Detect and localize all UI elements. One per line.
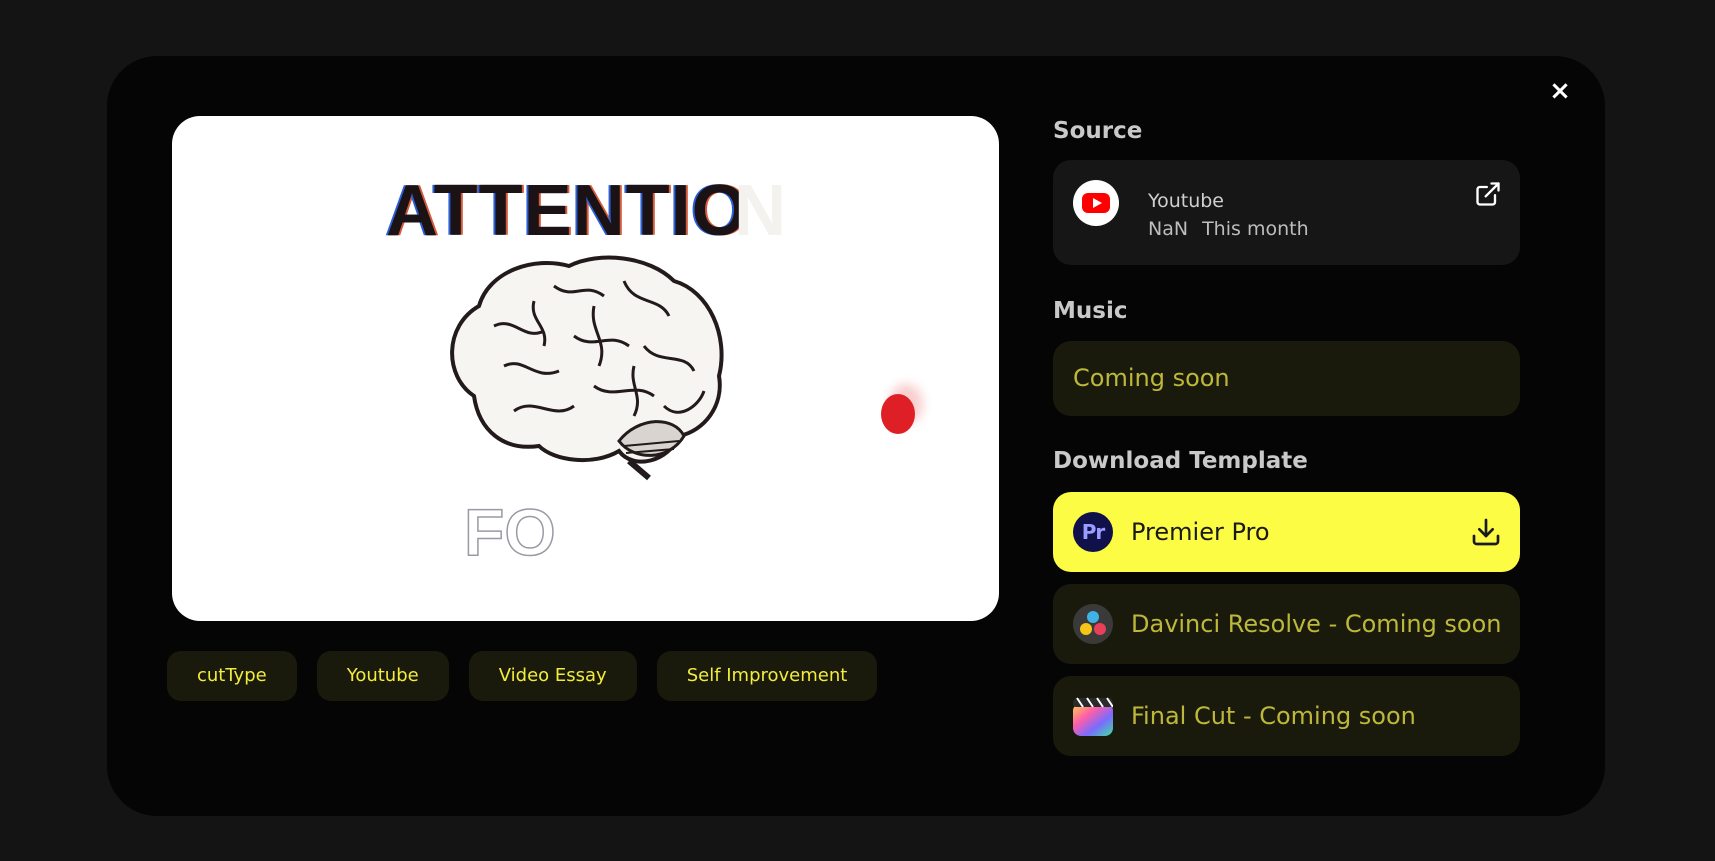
download-final-cut-button[interactable]: Final Cut - Coming soon bbox=[1053, 676, 1520, 756]
final-cut-icon bbox=[1073, 697, 1113, 736]
source-date: This month bbox=[1202, 218, 1309, 240]
tag-self-improvement[interactable]: Self Improvement bbox=[656, 651, 878, 701]
download-heading: Download Template bbox=[1053, 448, 1308, 474]
source-meta: NaN This month bbox=[1148, 218, 1309, 240]
template-modal: × ATTENTIO N FO cutType Youtube Video Es… bbox=[107, 56, 1605, 816]
preview-headline: ATTENTIO bbox=[386, 171, 749, 251]
download-item-label: Davinci Resolve - Coming soon bbox=[1131, 610, 1502, 638]
source-card: Youtube NaN This month bbox=[1053, 160, 1520, 265]
preview-headline-ghost: N bbox=[734, 171, 786, 251]
source-platform: Youtube bbox=[1148, 190, 1224, 212]
tag-youtube[interactable]: Youtube bbox=[316, 651, 449, 701]
tag-video-essay[interactable]: Video Essay bbox=[468, 651, 637, 701]
music-status: Coming soon bbox=[1053, 341, 1520, 416]
template-preview[interactable]: ATTENTIO N FO bbox=[172, 116, 999, 621]
brain-illustration bbox=[450, 255, 724, 481]
music-heading: Music bbox=[1053, 298, 1128, 324]
download-item-label: Premier Pro bbox=[1131, 518, 1270, 546]
download-icon[interactable] bbox=[1470, 516, 1502, 548]
download-premiere-pro-button[interactable]: Pr Premier Pro bbox=[1053, 492, 1520, 572]
premiere-pro-icon: Pr bbox=[1073, 512, 1113, 552]
youtube-icon bbox=[1073, 180, 1119, 226]
preview-subtext: FO bbox=[463, 494, 556, 570]
davinci-resolve-icon bbox=[1073, 604, 1113, 644]
close-button[interactable]: × bbox=[1545, 76, 1575, 106]
tag-cuttype[interactable]: cutType bbox=[167, 651, 297, 701]
tag-list: cutType Youtube Video Essay Self Improve… bbox=[167, 651, 878, 701]
source-heading: Source bbox=[1053, 118, 1143, 144]
download-item-label: Final Cut - Coming soon bbox=[1131, 702, 1416, 730]
source-views: NaN bbox=[1148, 218, 1189, 240]
external-link-icon[interactable] bbox=[1474, 180, 1502, 208]
record-dot bbox=[881, 394, 915, 434]
download-davinci-resolve-button[interactable]: Davinci Resolve - Coming soon bbox=[1053, 584, 1520, 664]
